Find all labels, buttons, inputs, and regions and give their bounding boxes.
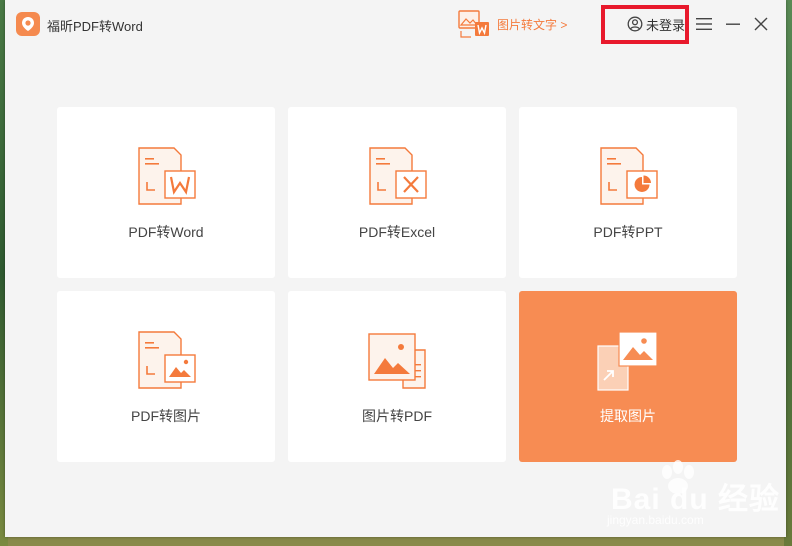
title-bar: 福昕PDF转Word 图片转文字 > 未登录	[5, 0, 786, 48]
card-image-to-pdf[interactable]: 图片转PDF	[288, 291, 506, 462]
pdf-to-image-icon	[138, 331, 196, 389]
app-window: 福昕PDF转Word 图片转文字 > 未登录 PDF转Word PDF转Exce…	[5, 0, 786, 537]
close-icon	[754, 17, 768, 31]
pdf-to-word-icon	[138, 147, 196, 205]
card-label: 提取图片	[600, 408, 656, 424]
minimize-button[interactable]	[723, 14, 743, 34]
login-button[interactable]: 未登录	[627, 14, 685, 34]
image-to-text-label: 图片转文字 >	[497, 17, 568, 32]
menu-icon	[696, 18, 712, 30]
card-pdf-to-word[interactable]: PDF转Word	[57, 107, 275, 278]
menu-button[interactable]	[694, 14, 714, 34]
pdf-to-excel-icon	[369, 147, 427, 205]
card-label: 图片转PDF	[362, 408, 432, 424]
card-label: PDF转Word	[128, 224, 204, 240]
app-title: 福昕PDF转Word	[47, 19, 143, 34]
card-label: PDF转PPT	[593, 224, 663, 240]
card-label: PDF转Excel	[358, 224, 436, 240]
login-label: 未登录	[646, 17, 686, 33]
image-to-text-link[interactable]: 图片转文字 >	[457, 9, 567, 39]
card-pdf-to-excel[interactable]: PDF转Excel	[288, 107, 506, 278]
pdf-to-ppt-icon	[600, 147, 658, 205]
minimize-icon	[726, 23, 740, 25]
card-pdf-to-image[interactable]: PDF转图片	[57, 291, 275, 462]
card-pdf-to-ppt[interactable]: PDF转PPT	[519, 107, 737, 278]
image-to-pdf-icon	[368, 333, 426, 389]
user-icon	[627, 16, 643, 32]
app-logo-icon	[16, 12, 40, 36]
extract-image-icon	[597, 331, 658, 391]
close-button[interactable]	[751, 14, 771, 34]
image-to-text-icon	[458, 10, 489, 38]
card-extract-image[interactable]: 提取图片	[519, 291, 737, 462]
card-label: PDF转图片	[131, 408, 201, 424]
